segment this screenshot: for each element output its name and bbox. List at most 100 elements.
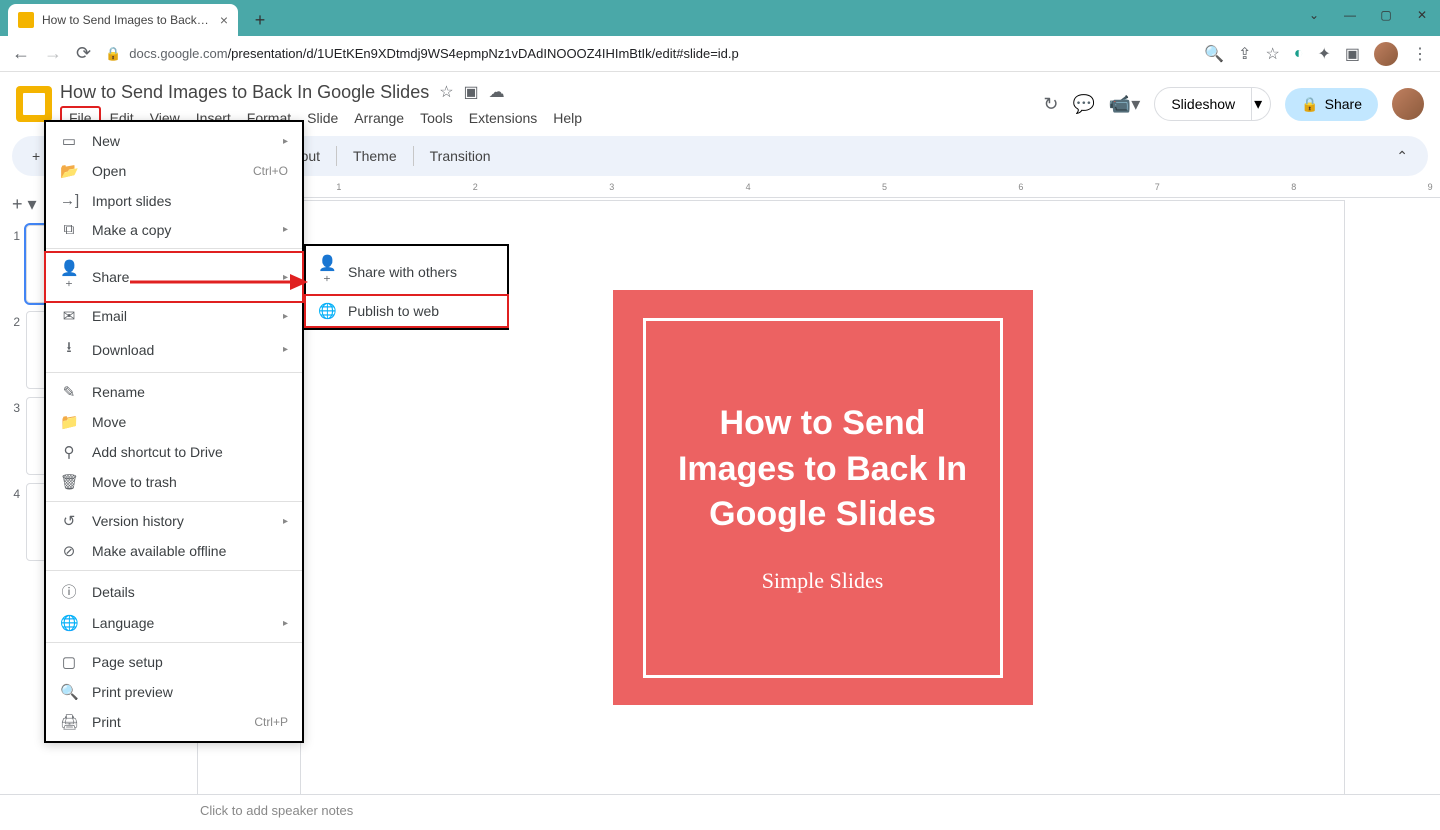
- menu-slide[interactable]: Slide: [300, 108, 345, 128]
- shortcut-icon: ⚲: [60, 443, 78, 461]
- extensions-icon[interactable]: ✦: [1317, 44, 1330, 64]
- sidepanel-icon[interactable]: ▣: [1345, 44, 1360, 64]
- move-folder-icon[interactable]: ▣: [464, 82, 479, 102]
- tab-close-icon[interactable]: ×: [220, 12, 228, 28]
- annotation-arrow-icon: [130, 272, 310, 292]
- ruler-horizontal: 1 2 3 4 5 6 7 8 9: [200, 180, 1440, 198]
- menu-extensions[interactable]: Extensions: [462, 108, 544, 128]
- file-page-setup[interactable]: ▢Page setup: [46, 647, 302, 677]
- publish-to-web[interactable]: 🌐Publish to web: [304, 294, 509, 328]
- share-submenu: 👤⁺Share with others 🌐Publish to web: [304, 244, 509, 330]
- slide-content-box[interactable]: How to Send Images to Back In Google Sli…: [613, 290, 1033, 705]
- present-icon[interactable]: 📹▾: [1109, 94, 1140, 115]
- star-icon[interactable]: ☆: [439, 82, 453, 102]
- menu-arrange[interactable]: Arrange: [347, 108, 411, 128]
- document-icon: ▭: [60, 132, 78, 150]
- maximize-icon[interactable]: ▢: [1376, 8, 1396, 22]
- theme-button[interactable]: Theme: [345, 144, 405, 168]
- import-icon: →]: [60, 192, 78, 209]
- file-language[interactable]: 🌐Language▸: [46, 608, 302, 638]
- forward-button[interactable]: →: [44, 43, 62, 64]
- file-offline[interactable]: ⊘Make available offline: [46, 536, 302, 566]
- transition-button[interactable]: Transition: [422, 144, 499, 168]
- menu-help[interactable]: Help: [546, 108, 589, 128]
- reload-button[interactable]: ⟳: [76, 43, 91, 64]
- window-controls: ⌄ — ▢ ✕: [1304, 8, 1432, 22]
- slides-logo-icon[interactable]: [16, 86, 52, 122]
- address-bar-icons: 🔍 ⇪ ☆ ◐ ✦ ▣ ⋮: [1204, 42, 1428, 66]
- chevron-right-icon: ▸: [283, 136, 288, 147]
- bookmark-icon[interactable]: ☆: [1265, 44, 1279, 64]
- chevron-right-icon: ▸: [283, 344, 288, 355]
- slide-subtitle[interactable]: Simple Slides: [762, 568, 884, 594]
- file-rename[interactable]: ✎Rename: [46, 377, 302, 407]
- url-input[interactable]: 🔒 docs.google.com/presentation/d/1UEtKEn…: [105, 46, 1190, 62]
- chrome-menu-icon[interactable]: ⋮: [1412, 44, 1428, 64]
- file-download[interactable]: ⭳Download▸: [46, 331, 302, 368]
- menu-tools[interactable]: Tools: [413, 108, 460, 128]
- account-avatar-icon[interactable]: [1392, 88, 1424, 120]
- download-icon: ⭳: [60, 337, 78, 362]
- pencil-icon: ✎: [60, 383, 78, 401]
- move-icon: 📁: [60, 413, 78, 431]
- page-icon: ▢: [60, 653, 78, 671]
- url-host: docs.google.com: [129, 46, 227, 61]
- file-copy[interactable]: ⧉Make a copy▸: [46, 215, 302, 244]
- share-url-icon[interactable]: ⇪: [1238, 44, 1251, 64]
- file-move[interactable]: 📁Move: [46, 407, 302, 437]
- chevron-right-icon: ▸: [283, 516, 288, 527]
- minimize-icon[interactable]: —: [1340, 8, 1360, 22]
- share-button[interactable]: 🔒 Share: [1285, 88, 1378, 121]
- speaker-notes[interactable]: Click to add speaker notes: [0, 794, 1440, 830]
- slideshow-dropdown[interactable]: ▾: [1246, 87, 1271, 121]
- copy-icon: ⧉: [60, 221, 78, 238]
- extension-a-icon[interactable]: ◐: [1294, 45, 1304, 63]
- history-icon[interactable]: ↻: [1043, 94, 1058, 115]
- file-new[interactable]: ▭New▸: [46, 126, 302, 156]
- slide-heading[interactable]: How to Send Images to Back In Google Sli…: [666, 401, 980, 539]
- slides-favicon-icon: [18, 12, 34, 28]
- chevron-right-icon: ▸: [283, 224, 288, 235]
- offline-icon: ⊘: [60, 542, 78, 560]
- address-bar: ← → ⟳ 🔒 docs.google.com/presentation/d/1…: [0, 36, 1440, 72]
- history-icon: ↺: [60, 512, 78, 530]
- preview-icon: 🔍: [60, 683, 78, 701]
- tab-bar: How to Send Images to Back In G × +: [0, 0, 1440, 36]
- profile-avatar-icon[interactable]: [1374, 42, 1398, 66]
- info-icon: ⓘ: [60, 581, 78, 602]
- tab-title: How to Send Images to Back In G: [42, 13, 212, 27]
- dropdown-icon[interactable]: ⌄: [1304, 8, 1324, 22]
- share-with-others[interactable]: 👤⁺Share with others: [306, 248, 507, 296]
- new-tab-button[interactable]: +: [246, 6, 274, 34]
- slideshow-button[interactable]: Slideshow: [1154, 87, 1252, 121]
- url-path: /presentation/d/1UEtKEn9XDtmdj9WS4epmpNz…: [228, 46, 739, 61]
- close-window-icon[interactable]: ✕: [1412, 8, 1432, 22]
- globe-icon: 🌐: [60, 614, 78, 632]
- zoom-icon[interactable]: 🔍: [1204, 44, 1224, 64]
- comments-icon[interactable]: 💬: [1072, 94, 1094, 115]
- file-print[interactable]: 🖨PrintCtrl+P: [46, 707, 302, 737]
- file-open[interactable]: 📂OpenCtrl+O: [46, 156, 302, 186]
- globe-icon: 🌐: [318, 302, 336, 320]
- cloud-status-icon[interactable]: ☁: [489, 82, 505, 102]
- document-title[interactable]: How to Send Images to Back In Google Sli…: [60, 82, 429, 103]
- file-version[interactable]: ↺Version history▸: [46, 506, 302, 536]
- collapse-toolbar-icon[interactable]: ⌃: [1388, 144, 1416, 169]
- file-details[interactable]: ⓘDetails: [46, 575, 302, 608]
- chevron-right-icon: ▸: [283, 618, 288, 629]
- trash-icon: 🗑: [60, 473, 78, 491]
- file-dropdown-menu: ▭New▸ 📂OpenCtrl+O →]Import slides ⧉Make …: [44, 120, 304, 743]
- file-shortcut[interactable]: ⚲Add shortcut to Drive: [46, 437, 302, 467]
- file-import[interactable]: →]Import slides: [46, 186, 302, 215]
- browser-tab[interactable]: How to Send Images to Back In G ×: [8, 4, 238, 36]
- lock-icon: 🔒: [105, 46, 121, 62]
- file-trash[interactable]: 🗑Move to trash: [46, 467, 302, 497]
- browser-chrome: ⌄ — ▢ ✕ How to Send Images to Back In G …: [0, 0, 1440, 72]
- file-email[interactable]: ✉Email▸: [46, 301, 302, 331]
- chevron-right-icon: ▸: [283, 311, 288, 322]
- email-icon: ✉: [60, 307, 78, 325]
- lock-icon: 🔒: [1301, 96, 1318, 113]
- folder-icon: 📂: [60, 162, 78, 180]
- file-print-preview[interactable]: 🔍Print preview: [46, 677, 302, 707]
- back-button[interactable]: ←: [12, 43, 30, 64]
